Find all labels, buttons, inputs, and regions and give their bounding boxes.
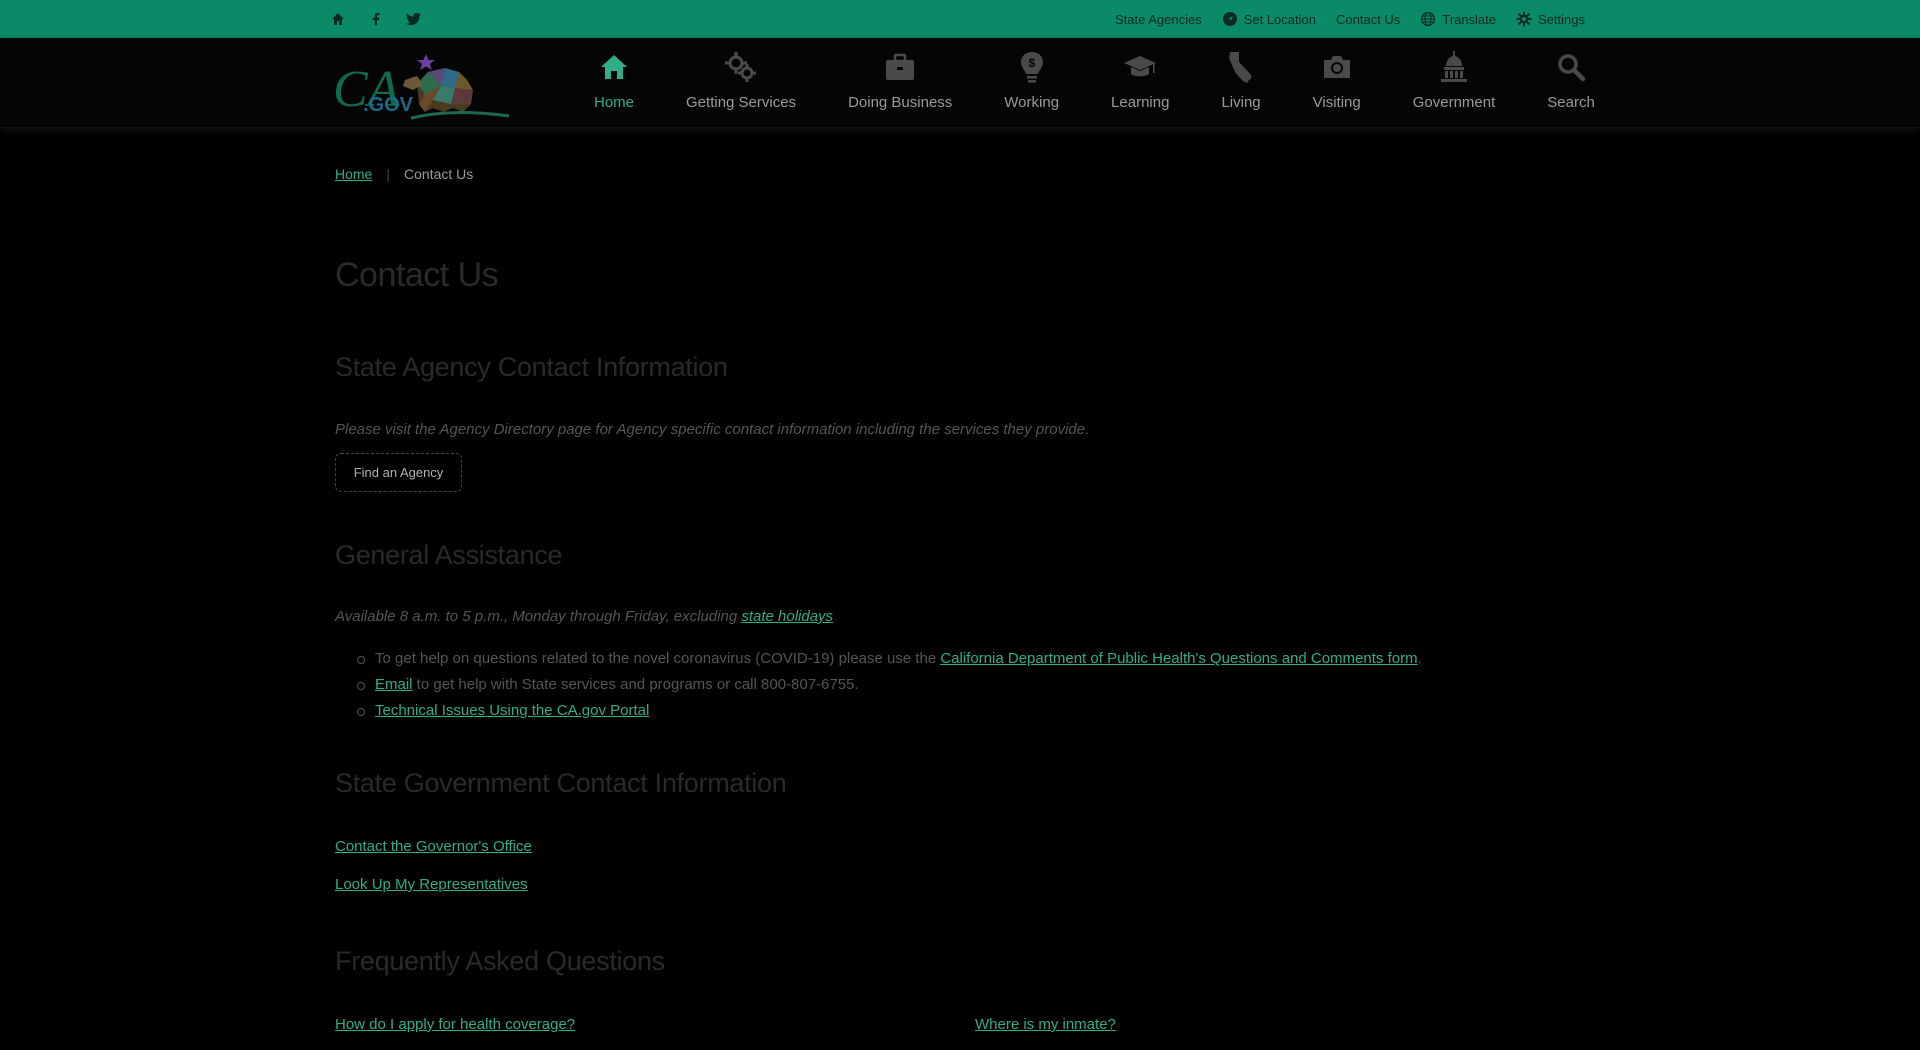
contact-us-label: Contact Us — [1335, 11, 1401, 27]
gear-icon — [1516, 11, 1532, 27]
state-holidays-link[interactable]: state holidays — [741, 608, 833, 625]
nav-home-label: Home — [594, 94, 635, 111]
technical-issues-link[interactable]: Technical Issues Using the CA.gov Portal — [375, 702, 649, 719]
governor-office-link[interactable]: Contact the Governor's Office — [335, 838, 532, 855]
main-navigation: Home Getting Services Doing Business $ W… — [572, 50, 1621, 111]
faq-heading: Frequently Asked Questions — [335, 946, 665, 976]
set-location-link[interactable]: Set Location — [1222, 11, 1316, 27]
breadcrumb-separator: | — [386, 166, 390, 182]
find-agency-button[interactable]: Find an Agency — [335, 453, 462, 492]
search-icon — [1554, 50, 1588, 84]
nav-getting-services-label: Getting Services — [686, 94, 797, 111]
faq-inmate-link[interactable]: Where is my inmate? — [975, 1016, 1116, 1033]
breadcrumb: Home | Contact Us — [335, 166, 473, 182]
email-text: to get help with State services and prog… — [412, 676, 859, 693]
nav-government[interactable]: Government — [1387, 50, 1522, 111]
page-title: Contact Us — [335, 256, 499, 294]
nav-learning-label: Learning — [1111, 94, 1170, 111]
utility-links: State Agencies Set Location Contact Us T… — [1115, 0, 1585, 38]
globe-icon — [1420, 11, 1436, 27]
capitol-icon — [1437, 50, 1471, 84]
government-heading: State Government Contact Information — [335, 768, 787, 798]
nav-living-label: Living — [1221, 94, 1261, 111]
set-location-label: Set Location — [1243, 11, 1316, 27]
nav-doing-business[interactable]: Doing Business — [822, 50, 978, 111]
twitter-icon[interactable] — [404, 9, 424, 29]
california-icon — [1224, 50, 1258, 84]
svg-text:$: $ — [1028, 56, 1035, 70]
translate-label: Translate — [1442, 11, 1497, 27]
assistance-list: To get help on questions related to the … — [357, 646, 1422, 724]
nav-getting-services[interactable]: Getting Services — [660, 50, 822, 111]
nav-visiting-label: Visiting — [1312, 94, 1361, 111]
hours-text-body: Available 8 a.m. to 5 p.m., Monday throu… — [335, 608, 742, 625]
ca-gov-logo[interactable]: CA .GOV — [333, 46, 523, 122]
nav-working[interactable]: $ Working — [978, 50, 1085, 111]
faq-health-coverage-link[interactable]: How do I apply for health coverage? — [335, 1016, 575, 1033]
svg-text:.GOV: .GOV — [363, 94, 414, 116]
agency-description: Please visit the Agency Directory page f… — [335, 421, 1090, 438]
home-icon[interactable] — [328, 9, 348, 29]
state-agencies-label: State Agencies — [1114, 11, 1202, 27]
nav-living[interactable]: Living — [1195, 50, 1286, 111]
facebook-icon[interactable] — [366, 9, 386, 29]
nav-government-label: Government — [1412, 94, 1496, 111]
covid-text: To get help on questions related to the … — [375, 650, 941, 667]
list-item: Email to get help with State services an… — [357, 672, 1422, 698]
gears-icon — [724, 50, 758, 84]
site-header: CA .GOV Home Getting Services Doing Busi… — [0, 38, 1920, 128]
breadcrumb-current: Contact Us — [404, 166, 474, 182]
camera-icon — [1320, 50, 1354, 84]
location-icon — [1222, 11, 1238, 27]
hours-text: Available 8 a.m. to 5 p.m., Monday throu… — [335, 608, 833, 625]
email-link[interactable]: Email — [375, 676, 413, 693]
general-assistance-heading: General Assistance — [335, 540, 563, 570]
social-links — [328, 0, 424, 38]
cdph-form-link[interactable]: California Department of Public Health's… — [940, 650, 1417, 667]
nav-search-label: Search — [1547, 94, 1595, 111]
nav-learning[interactable]: Learning — [1085, 50, 1195, 111]
settings-label: Settings — [1538, 11, 1585, 27]
briefcase-icon — [883, 50, 917, 84]
lightbulb-dollar-icon: $ — [1015, 50, 1049, 84]
list-item: To get help on questions related to the … — [357, 646, 1422, 672]
state-agencies-link[interactable]: State Agencies — [1115, 12, 1202, 27]
representatives-link[interactable]: Look Up My Representatives — [335, 876, 528, 893]
nav-home[interactable]: Home — [572, 50, 660, 111]
breadcrumb-home-link[interactable]: Home — [335, 166, 372, 182]
nav-search[interactable]: Search — [1521, 50, 1621, 111]
agency-heading: State Agency Contact Information — [335, 352, 728, 382]
nav-working-label: Working — [1004, 94, 1060, 111]
home-icon — [597, 50, 631, 84]
nav-doing-business-label: Doing Business — [848, 94, 953, 111]
translate-link[interactable]: Translate — [1420, 11, 1496, 27]
list-item: Technical Issues Using the CA.gov Portal — [357, 698, 1422, 724]
find-agency-label: Find an Agency — [353, 465, 444, 480]
covid-end: . — [1417, 650, 1422, 667]
graduation-cap-icon — [1123, 50, 1157, 84]
settings-link[interactable]: Settings — [1516, 11, 1585, 27]
nav-visiting[interactable]: Visiting — [1287, 50, 1387, 111]
utility-bar: State Agencies Set Location Contact Us T… — [0, 0, 1920, 38]
contact-us-link[interactable]: Contact Us — [1336, 12, 1400, 27]
